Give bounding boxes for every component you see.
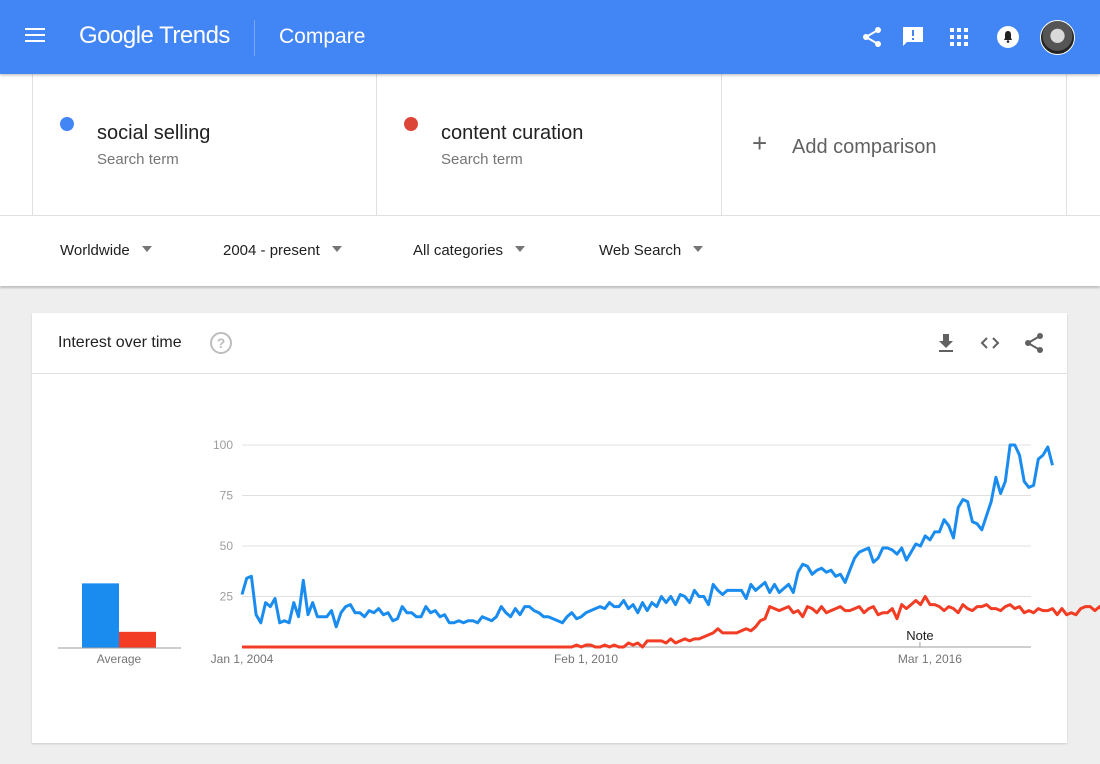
filter-category[interactable]: All categories	[413, 242, 526, 259]
add-comparison-label: Add comparison	[792, 136, 937, 158]
filters-bar: Worldwide 2004 - present All categories …	[0, 215, 1100, 286]
embed-icon[interactable]	[978, 331, 1002, 355]
dropdown-arrow-icon	[693, 246, 704, 252]
card-header: Interest over time ?	[32, 313, 1067, 374]
plus-icon: +	[752, 128, 768, 158]
search-terms-bar: social selling Search term content curat…	[0, 74, 1100, 215]
term-name[interactable]: social selling	[97, 122, 210, 145]
add-comparison-button[interactable]: + Add comparison	[721, 74, 1067, 215]
term-card-social-selling[interactable]: social selling Search term	[32, 74, 377, 215]
filter-location[interactable]: Worldwide	[60, 242, 152, 259]
term-type: Search term	[441, 151, 523, 168]
feedback-icon[interactable]	[901, 25, 925, 49]
top-app-bar: Google Trends Compare	[0, 0, 1100, 74]
filter-time-range[interactable]: 2004 - present	[223, 242, 342, 259]
share-icon[interactable]	[860, 25, 884, 49]
apps-icon[interactable]	[947, 25, 971, 49]
card-title: Interest over time	[58, 334, 182, 351]
dropdown-arrow-icon	[331, 246, 342, 252]
google-trends-logo[interactable]: Google Trends	[79, 22, 230, 50]
dropdown-arrow-icon	[141, 246, 152, 252]
filter-label: 2004 - present	[223, 242, 320, 259]
filter-label: All categories	[413, 242, 504, 259]
series-color-dot	[60, 117, 74, 131]
menu-icon[interactable]	[25, 28, 47, 46]
interest-over-time-card: Interest over time ?	[32, 313, 1067, 743]
filter-search-type[interactable]: Web Search	[599, 242, 704, 259]
series-color-dot	[404, 117, 418, 131]
term-card-content-curation[interactable]: content curation Search term	[376, 74, 721, 215]
help-icon[interactable]: ?	[210, 332, 232, 354]
filter-label: Worldwide	[60, 242, 130, 259]
share-icon[interactable]	[1022, 331, 1046, 355]
term-type: Search term	[97, 151, 179, 168]
avatar[interactable]	[1040, 20, 1075, 55]
filter-label: Web Search	[599, 242, 682, 259]
notifications-icon[interactable]	[996, 25, 1020, 49]
header-divider	[254, 20, 255, 56]
term-name[interactable]: content curation	[441, 122, 583, 145]
download-icon[interactable]	[934, 331, 958, 355]
dropdown-arrow-icon	[515, 246, 526, 252]
page-title: Compare	[279, 25, 366, 48]
